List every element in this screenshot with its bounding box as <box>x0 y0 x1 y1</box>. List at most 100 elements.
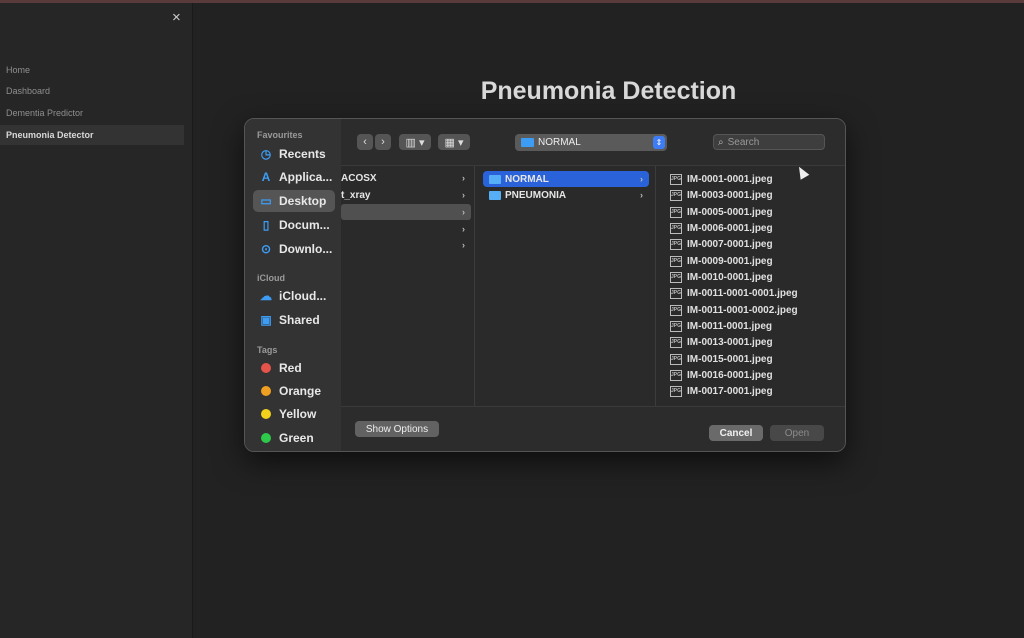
tag-green[interactable]: Green <box>253 427 335 449</box>
file-item[interactable]: JPG IM-0003-0001.jpeg <box>670 187 773 203</box>
list-item-label: ACOSX <box>341 172 377 184</box>
file-name: IM-0017-0001.jpeg <box>687 385 773 397</box>
tag-label: Yellow <box>279 407 317 421</box>
list-item[interactable]: › <box>341 237 471 253</box>
file-item[interactable]: JPG IM-0011-0001.jpeg <box>670 318 772 334</box>
sidebar-item-documents[interactable]: ▯ Docum... <box>253 214 335 236</box>
image-file-icon: JPG <box>670 173 682 185</box>
file-name: IM-0011-0001-0001.jpeg <box>687 287 798 299</box>
folder-icon <box>489 190 501 200</box>
sidebar-item-recents[interactable]: ◷ Recents <box>253 143 335 165</box>
sidebar-item-label: Shared <box>279 313 320 327</box>
list-item[interactable]: › <box>341 221 471 237</box>
nav-item-dashboard[interactable]: Dashboard <box>0 81 184 101</box>
file-item[interactable]: JPG IM-0005-0001.jpeg <box>670 204 773 220</box>
tag-label: Green <box>279 431 314 445</box>
file-item[interactable]: JPG IM-0001-0001.jpeg <box>670 171 773 187</box>
tag-label: Red <box>279 361 302 375</box>
file-name: IM-0009-0001.jpeg <box>687 255 773 267</box>
cloud-icon: ☁ <box>260 289 272 303</box>
sidebar-item-applications[interactable]: A Applica... <box>253 166 335 188</box>
folder-path-popup[interactable]: NORMAL ⇕ <box>515 134 667 151</box>
folder-item-normal[interactable]: NORMAL › <box>483 171 649 187</box>
desktop-icon: ▭ <box>260 194 272 208</box>
chevron-updown-icon: ⇕ <box>653 136 665 149</box>
applications-icon: A <box>261 170 271 184</box>
sidebar-item-shared[interactable]: ▣ Shared <box>253 309 335 331</box>
sidebar-item-label: Applica... <box>279 170 333 184</box>
cancel-button[interactable]: Cancel <box>709 425 763 441</box>
search-icon: ⌕ <box>718 136 724 148</box>
file-item[interactable]: JPG IM-0011-0001-0002.jpeg <box>670 302 798 318</box>
image-file-icon: JPG <box>670 304 682 316</box>
image-file-icon: JPG <box>670 336 682 348</box>
tag-yellow[interactable]: Yellow <box>253 403 335 425</box>
image-file-icon: JPG <box>670 255 682 267</box>
file-item[interactable]: JPG IM-0006-0001.jpeg <box>670 220 773 236</box>
sidebar-item-label: Docum... <box>279 218 330 232</box>
file-item[interactable]: JPG IM-0010-0001.jpeg <box>670 269 773 285</box>
folder-label: PNEUMONIA <box>505 189 567 201</box>
tags-label: Tags <box>257 345 278 355</box>
search-input[interactable]: ⌕ Search <box>713 134 825 150</box>
file-name: IM-0016-0001.jpeg <box>687 369 773 381</box>
sidebar-item-desktop[interactable]: ▭ Desktop <box>253 190 335 212</box>
file-item[interactable]: JPG IM-0015-0001.jpeg <box>670 351 773 367</box>
image-file-icon: JPG <box>670 189 682 201</box>
folder-label: NORMAL <box>505 173 549 185</box>
file-name: IM-0006-0001.jpeg <box>687 222 773 234</box>
close-icon[interactable]: × <box>172 9 181 26</box>
sidebar-item-label: Desktop <box>279 194 327 208</box>
column-browser: ACOSX › t_xray › › › › NORMAL › PNEUMONI… <box>341 166 845 406</box>
icloud-label: iCloud <box>257 273 285 283</box>
dialog-toolbar: ‹ › ▥ ▾ ▦ ▾ NORMAL ⇕ ⌕ Search <box>341 119 845 166</box>
page-title: Pneumonia Detection <box>480 77 737 105</box>
list-item[interactable]: › <box>341 204 471 220</box>
file-name: IM-0011-0001.jpeg <box>687 320 773 332</box>
list-item[interactable]: ACOSX › <box>341 170 471 186</box>
forward-button[interactable]: › <box>375 134 391 150</box>
file-item[interactable]: JPG IM-0007-0001.jpeg <box>670 236 773 252</box>
nav-item-dementia-predictor[interactable]: Dementia Predictor <box>0 103 184 123</box>
open-button[interactable]: Open <box>770 425 824 441</box>
search-placeholder: Search <box>727 136 760 148</box>
list-item[interactable]: t_xray › <box>341 187 471 203</box>
sidebar-item-downloads[interactable]: ⊙ Downlo... <box>253 238 335 260</box>
image-file-icon: JPG <box>670 353 682 365</box>
file-item[interactable]: JPG IM-0013-0001.jpeg <box>670 334 773 350</box>
nav-item-pneumonia-detector[interactable]: Pneumonia Detector <box>0 125 184 145</box>
image-file-icon: JPG <box>670 271 682 283</box>
file-item[interactable]: JPG IM-0016-0001.jpeg <box>670 367 773 383</box>
folder-icon <box>521 138 534 147</box>
sidebar-item-icloud-drive[interactable]: ☁ iCloud... <box>253 285 335 307</box>
folder-item-pneumonia[interactable]: PNEUMONIA › <box>483 187 649 203</box>
clock-icon: ◷ <box>260 147 272 161</box>
file-name: IM-0011-0001-0002.jpeg <box>687 304 798 316</box>
download-icon: ⊙ <box>260 242 272 256</box>
sidebar-item-label: iCloud... <box>279 289 327 303</box>
file-item[interactable]: JPG IM-0017-0001.jpeg <box>670 383 773 399</box>
file-name: IM-0015-0001.jpeg <box>687 353 773 365</box>
file-name: IM-0013-0001.jpeg <box>687 336 773 348</box>
file-item[interactable]: JPG IM-0009-0001.jpeg <box>670 253 773 269</box>
shared-folder-icon: ▣ <box>260 313 272 327</box>
image-file-icon: JPG <box>670 238 682 250</box>
image-file-icon: JPG <box>670 206 682 218</box>
nav-item-home[interactable]: Home <box>0 60 184 80</box>
tag-dot-icon <box>261 386 271 396</box>
chevron-right-icon: › <box>462 240 465 250</box>
tag-red[interactable]: Red <box>253 357 335 379</box>
tag-orange[interactable]: Orange <box>253 380 335 402</box>
column-view-icon[interactable]: ▥ ▾ <box>399 134 431 150</box>
file-open-dialog: Favourites ◷ Recents A Applica... ▭ Desk… <box>244 118 846 452</box>
column-2: NORMAL › PNEUMONIA › <box>475 166 656 406</box>
file-item[interactable]: JPG IM-0011-0001-0001.jpeg <box>670 285 798 301</box>
grid-view-icon[interactable]: ▦ ▾ <box>438 134 470 150</box>
chevron-right-icon: › <box>640 174 643 184</box>
show-options-button[interactable]: Show Options <box>355 421 439 437</box>
image-file-icon: JPG <box>670 320 682 332</box>
tag-dot-icon <box>261 363 271 373</box>
column-1: ACOSX › t_xray › › › › <box>341 166 475 406</box>
back-button[interactable]: ‹ <box>357 134 373 150</box>
sidebar-item-label: Downlo... <box>279 242 333 256</box>
